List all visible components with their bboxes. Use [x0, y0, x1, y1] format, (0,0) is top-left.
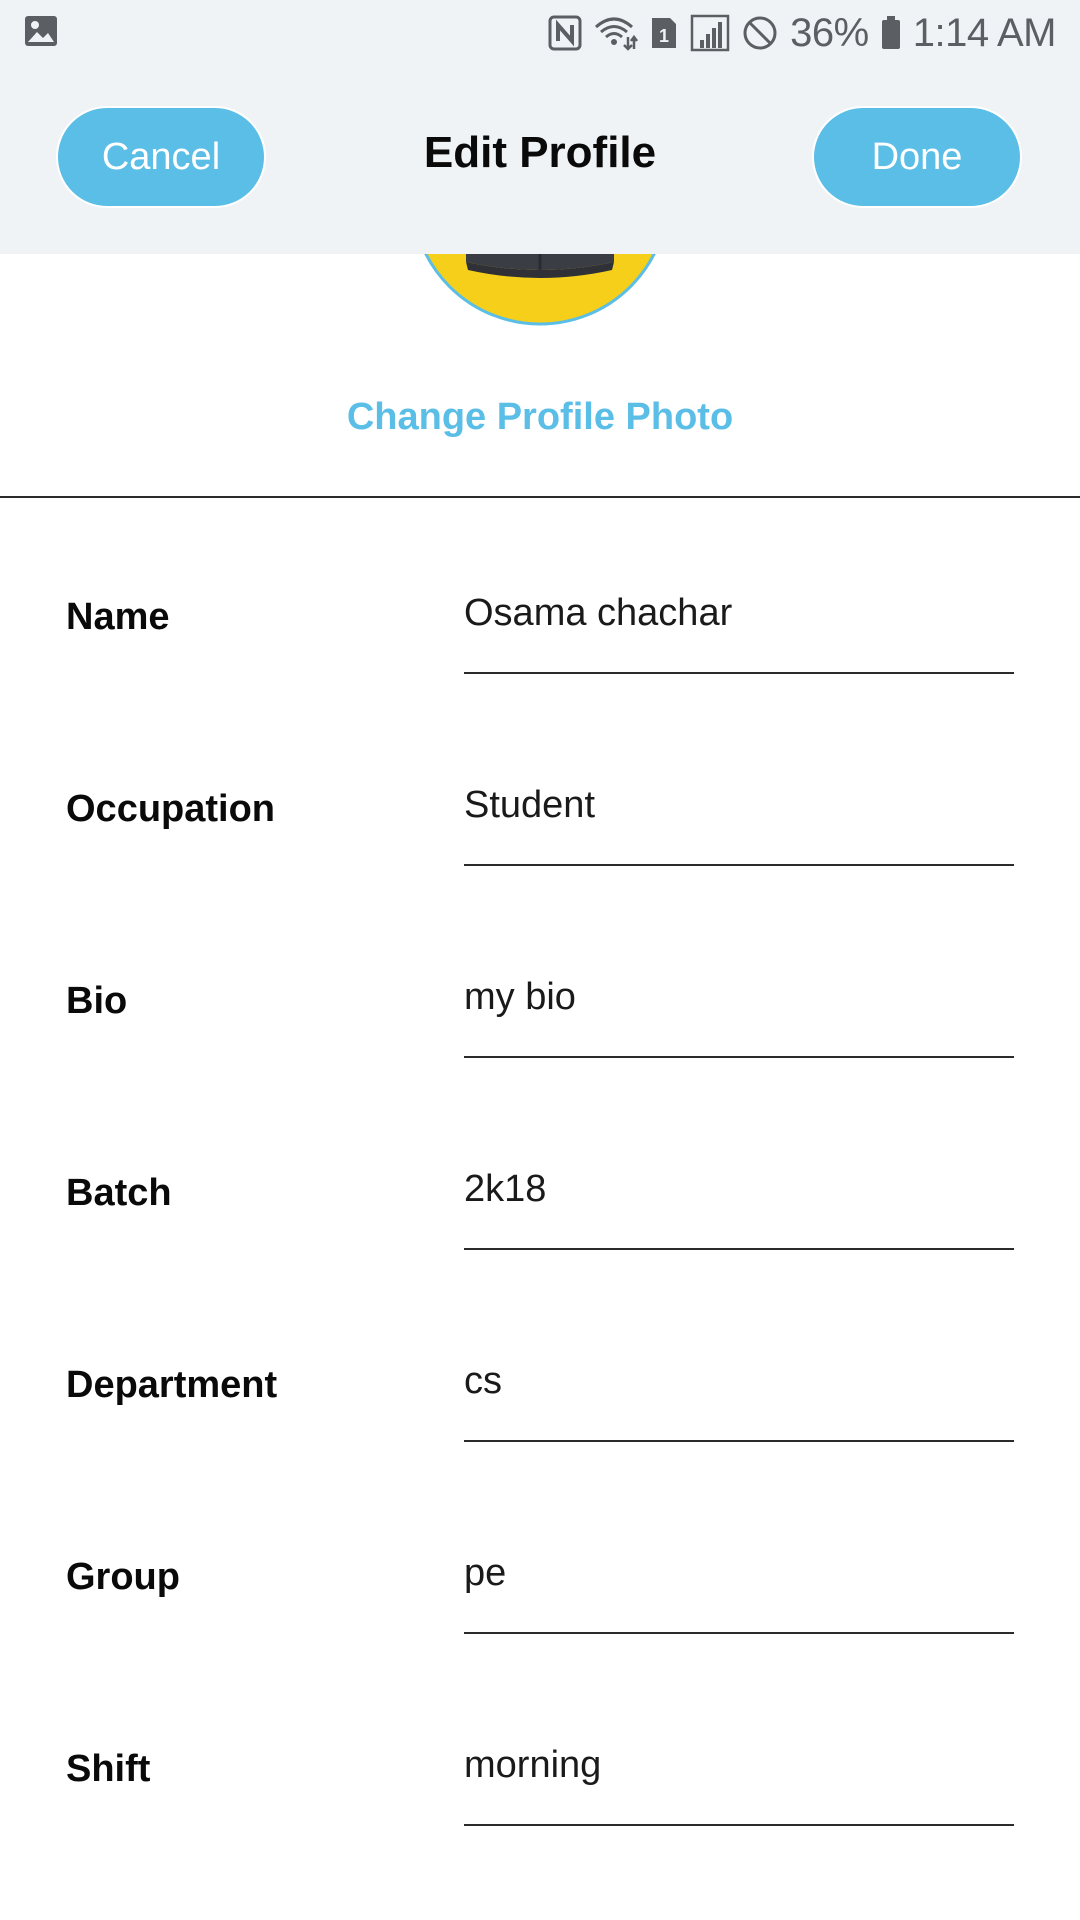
- field-label: Name: [66, 596, 170, 638]
- field-label: Group: [66, 1556, 180, 1598]
- field-value: Student: [464, 784, 595, 826]
- status-bar: 1 36% 1:14 AM: [0, 0, 1080, 66]
- field-label: Department: [66, 1364, 278, 1406]
- field-value: 2k18: [464, 1168, 547, 1210]
- signal-icon: [690, 14, 730, 52]
- field-label: Batch: [66, 1172, 172, 1214]
- form-row-name: Name Osama chachar: [0, 570, 1080, 762]
- nfc-icon: [548, 15, 582, 51]
- clock: 1:14 AM: [912, 10, 1057, 55]
- image-icon: [24, 15, 58, 52]
- form-row-batch: Batch 2k18: [0, 1146, 1080, 1338]
- field-label: Shift: [66, 1748, 151, 1790]
- bio-field[interactable]: my bio: [464, 954, 1014, 1058]
- form-row-department: Department cs: [0, 1338, 1080, 1530]
- form-row-bio: Bio my bio: [0, 954, 1080, 1146]
- field-value: pe: [464, 1552, 507, 1594]
- form-row-occupation: Occupation Student: [0, 762, 1080, 954]
- field-label: Occupation: [66, 788, 276, 830]
- field-value: my bio: [464, 976, 576, 1018]
- done-button[interactable]: Done: [812, 106, 1022, 208]
- shift-field[interactable]: morning: [464, 1722, 1014, 1826]
- status-left: [24, 15, 58, 52]
- group-field[interactable]: pe: [464, 1530, 1014, 1634]
- occupation-field[interactable]: Student: [464, 762, 1014, 866]
- change-profile-photo-link[interactable]: Change Profile Photo: [0, 396, 1080, 439]
- field-value: cs: [464, 1360, 502, 1402]
- sim-1-icon: 1: [650, 16, 678, 50]
- name-field[interactable]: Osama chachar: [464, 570, 1014, 674]
- svg-text:1: 1: [659, 26, 669, 46]
- batch-field[interactable]: 2k18: [464, 1146, 1014, 1250]
- form-row-shift: Shift morning: [0, 1722, 1080, 1914]
- status-right: 1 36% 1:14 AM: [548, 10, 1057, 56]
- field-value: morning: [464, 1744, 602, 1786]
- department-field[interactable]: cs: [464, 1338, 1014, 1442]
- wifi-icon: [594, 15, 639, 51]
- battery-icon: [881, 16, 901, 50]
- field-label: Bio: [66, 980, 128, 1022]
- battery-percent: 36%: [790, 10, 869, 55]
- field-value: Osama chachar: [464, 592, 733, 634]
- do-not-disturb-icon: [742, 15, 778, 51]
- app-header: Cancel Edit Profile Done: [0, 66, 1080, 254]
- form-row-group: Group pe: [0, 1530, 1080, 1722]
- section-divider: [0, 496, 1080, 498]
